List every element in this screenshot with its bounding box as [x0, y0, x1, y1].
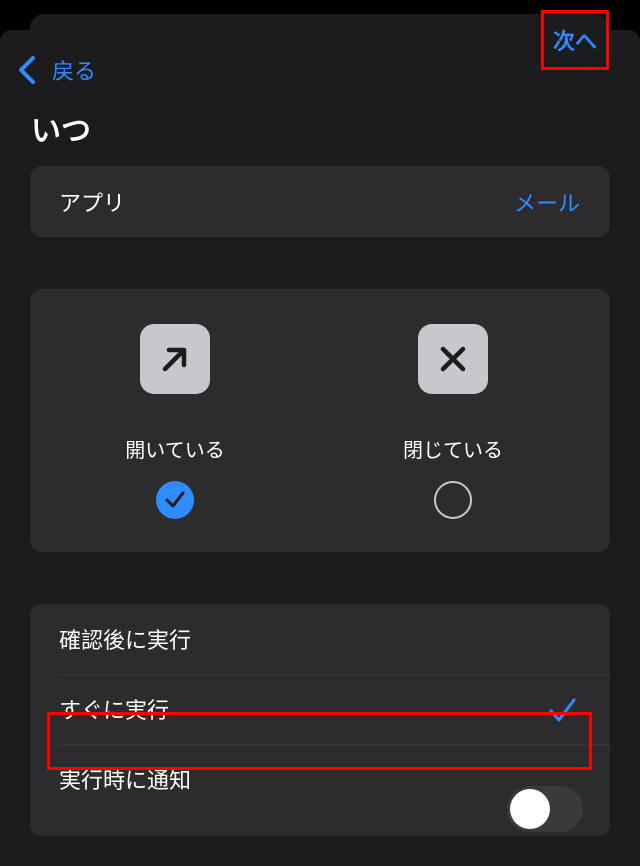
- next-button[interactable]: 次へ: [541, 10, 609, 70]
- back-label: 戻る: [52, 60, 97, 85]
- option-run-immediately[interactable]: すぐに実行: [30, 674, 610, 744]
- toggle-knob: [510, 789, 550, 829]
- app-row-label: アプリ: [59, 192, 126, 217]
- checkmark-selected-icon[interactable]: [156, 481, 194, 519]
- next-label: 次へ: [552, 30, 597, 55]
- radio-unselected-icon[interactable]: [434, 481, 472, 519]
- app-row[interactable]: アプリ メール: [30, 166, 610, 237]
- notify-toggle[interactable]: [507, 786, 583, 832]
- app-state-card: 開いている 閉じている: [30, 289, 610, 552]
- x-mark-icon: [418, 324, 488, 394]
- option-label: 実行時に通知: [59, 769, 192, 794]
- option-run-after-confirm[interactable]: 確認後に実行: [30, 604, 610, 674]
- option-label: 確認後に実行: [59, 629, 192, 654]
- state-option-closed[interactable]: 閉じている: [375, 324, 555, 524]
- run-options-list: 確認後に実行 すぐに実行 実行時に通知: [30, 604, 610, 836]
- section-title: いつ: [31, 114, 91, 149]
- back-button[interactable]: 戻る: [16, 52, 96, 88]
- state-label-open: 開いている: [125, 438, 225, 462]
- chevron-left-icon: [19, 56, 35, 84]
- state-label-closed: 閉じている: [403, 438, 503, 462]
- app-row-value[interactable]: メール: [514, 186, 580, 218]
- option-label: すぐに実行: [59, 699, 170, 724]
- state-option-open[interactable]: 開いている: [97, 324, 277, 524]
- checkmark-icon: [549, 698, 576, 722]
- arrow-up-right-icon: [140, 324, 210, 394]
